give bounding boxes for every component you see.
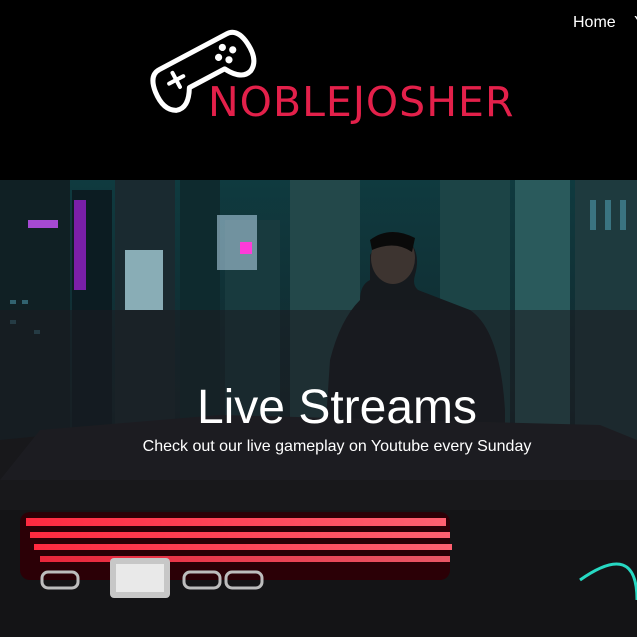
brand-name: NOBLEJOSHER <box>208 78 515 126</box>
hero-banner: Live Streams Check out our live gameplay… <box>0 180 637 637</box>
site-logo[interactable]: NOBLEJOSHER <box>140 10 540 130</box>
main-nav: Home Y <box>573 14 637 32</box>
nav-item-home[interactable]: Home <box>573 14 616 31</box>
site-header: NOBLEJOSHER Home Y <box>0 0 637 180</box>
hero-title: Live Streams <box>196 381 478 435</box>
hero-subtitle: Check out our live gameplay on Youtube e… <box>142 438 532 455</box>
